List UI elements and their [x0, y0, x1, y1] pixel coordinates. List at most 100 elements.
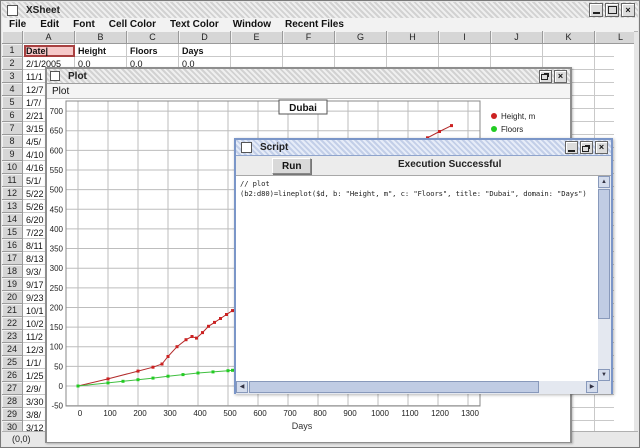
x-tick-label: 0	[78, 409, 83, 418]
execution-status-label: Execution Successful	[398, 159, 502, 170]
script-editor[interactable]: // plot (b2:d80)=lineplot($d, b: "Height…	[236, 176, 611, 394]
close-icon: ×	[625, 4, 631, 15]
menu-plot[interactable]: Plot	[47, 86, 74, 97]
scrollbar-corner	[598, 381, 611, 394]
x-tick-label: 100	[103, 409, 117, 418]
menu-text-color[interactable]: Text Color	[163, 19, 226, 30]
row-header-16[interactable]: 16	[2, 239, 23, 252]
x-tick-label: 400	[193, 409, 207, 418]
row-header-22[interactable]: 22	[2, 317, 23, 330]
row-header-28[interactable]: 28	[2, 395, 23, 408]
vertical-scrollbar[interactable]: ▲ ▼	[598, 176, 611, 381]
scroll-right-button[interactable]: ▶	[586, 381, 598, 393]
column-header-C[interactable]: C	[127, 31, 179, 44]
scroll-left-button[interactable]: ◀	[236, 381, 248, 393]
close-button[interactable]: ×	[621, 3, 635, 17]
corner-header	[2, 31, 23, 44]
data-point	[160, 362, 164, 366]
column-header-J[interactable]: J	[491, 31, 543, 44]
row-header-25[interactable]: 25	[2, 356, 23, 369]
row-header-10[interactable]: 10	[2, 161, 23, 174]
row-header-3[interactable]: 3	[2, 70, 23, 83]
maximize-button[interactable]	[605, 3, 619, 17]
column-header-L[interactable]: L	[595, 31, 634, 44]
row-header-9[interactable]: 9	[2, 148, 23, 161]
row-header-20[interactable]: 20	[2, 291, 23, 304]
column-header-G[interactable]: G	[335, 31, 387, 44]
row-header-19[interactable]: 19	[2, 278, 23, 291]
menu-bar: File Edit Font Cell Color Text Color Window Re…	[2, 18, 638, 32]
row-header-5[interactable]: 5	[2, 96, 23, 109]
column-header-E[interactable]: E	[231, 31, 283, 44]
menu-cell-color[interactable]: Cell Color	[102, 19, 163, 30]
horizontal-scroll-thumb[interactable]	[249, 381, 539, 393]
row-header-15[interactable]: 15	[2, 226, 23, 239]
scroll-up-button[interactable]: ▲	[598, 176, 610, 188]
legend-dot-1	[491, 113, 497, 119]
close-icon: ×	[598, 142, 605, 152]
run-button[interactable]: Run	[272, 158, 312, 174]
minimize-button[interactable]	[589, 3, 603, 17]
data-point	[166, 374, 170, 378]
script-window[interactable]: Script × Run Execution Successful // plo…	[234, 138, 613, 394]
legend-label-1: Height, m	[501, 112, 536, 121]
column-header-H[interactable]: H	[387, 31, 439, 44]
row-header-11[interactable]: 11	[2, 174, 23, 187]
row-header-8[interactable]: 8	[2, 135, 23, 148]
data-point	[219, 317, 222, 320]
row-header-7[interactable]: 7	[2, 122, 23, 135]
vertical-scroll-thumb[interactable]	[598, 189, 610, 319]
column-header-D[interactable]: D	[179, 31, 231, 44]
main-title-bar[interactable]: XSheet ×	[2, 2, 638, 19]
column-header-F[interactable]: F	[283, 31, 335, 44]
row-header-29[interactable]: 29	[2, 408, 23, 421]
row-header-2[interactable]: 2	[2, 57, 23, 70]
data-point	[106, 377, 110, 381]
cell-C1[interactable]: Floors	[128, 45, 179, 57]
row-header-21[interactable]: 21	[2, 304, 23, 317]
row-header-4[interactable]: 4	[2, 83, 23, 96]
script-restore-button[interactable]	[580, 141, 593, 154]
menu-font[interactable]: Font	[66, 19, 102, 30]
row-header-18[interactable]: 18	[2, 265, 23, 278]
column-header-I[interactable]: I	[439, 31, 491, 44]
script-title-bar[interactable]: Script ×	[236, 140, 611, 156]
row-header-12[interactable]: 12	[2, 187, 23, 200]
plot-close-button[interactable]: ×	[554, 69, 567, 83]
menu-edit[interactable]: Edit	[33, 19, 66, 30]
column-header-K[interactable]: K	[543, 31, 595, 44]
menu-file[interactable]: File	[2, 19, 33, 30]
cell-D1[interactable]: Days	[180, 45, 231, 57]
x-tick-label: 500	[223, 409, 237, 418]
data-point	[184, 338, 188, 342]
row-header-14[interactable]: 14	[2, 213, 23, 226]
x-tick-label: 700	[283, 409, 297, 418]
scroll-down-button[interactable]: ▼	[598, 369, 610, 381]
plot-restore-button[interactable]	[539, 69, 552, 83]
row-header-27[interactable]: 27	[2, 382, 23, 395]
menu-window[interactable]: Window	[226, 19, 278, 30]
cell-A1[interactable]: Date|	[24, 45, 75, 57]
horizontal-scrollbar[interactable]: ◀ ▶	[236, 381, 598, 394]
row-header-24[interactable]: 24	[2, 343, 23, 356]
data-point	[225, 313, 228, 316]
row-header-6[interactable]: 6	[2, 109, 23, 122]
row-header-17[interactable]: 17	[2, 252, 23, 265]
row-header-26[interactable]: 26	[2, 369, 23, 382]
column-header-B[interactable]: B	[75, 31, 127, 44]
script-close-button[interactable]: ×	[595, 141, 608, 154]
row-header-1[interactable]: 1	[2, 44, 23, 57]
y-tick-label: 100	[50, 343, 64, 352]
x-tick-label: 1000	[371, 409, 389, 418]
menu-recent-files[interactable]: Recent Files	[278, 19, 351, 30]
cell-B1[interactable]: Height	[76, 45, 127, 57]
data-point	[438, 130, 441, 133]
script-minimize-button[interactable]	[565, 141, 578, 154]
row-header-13[interactable]: 13	[2, 200, 23, 213]
row-header-23[interactable]: 23	[2, 330, 23, 343]
y-tick-label: 650	[50, 127, 64, 136]
plot-title-bar[interactable]: Plot ×	[47, 69, 570, 84]
column-header-A[interactable]: A	[23, 31, 75, 44]
main-window-buttons: ×	[587, 3, 635, 17]
data-point	[106, 381, 110, 385]
